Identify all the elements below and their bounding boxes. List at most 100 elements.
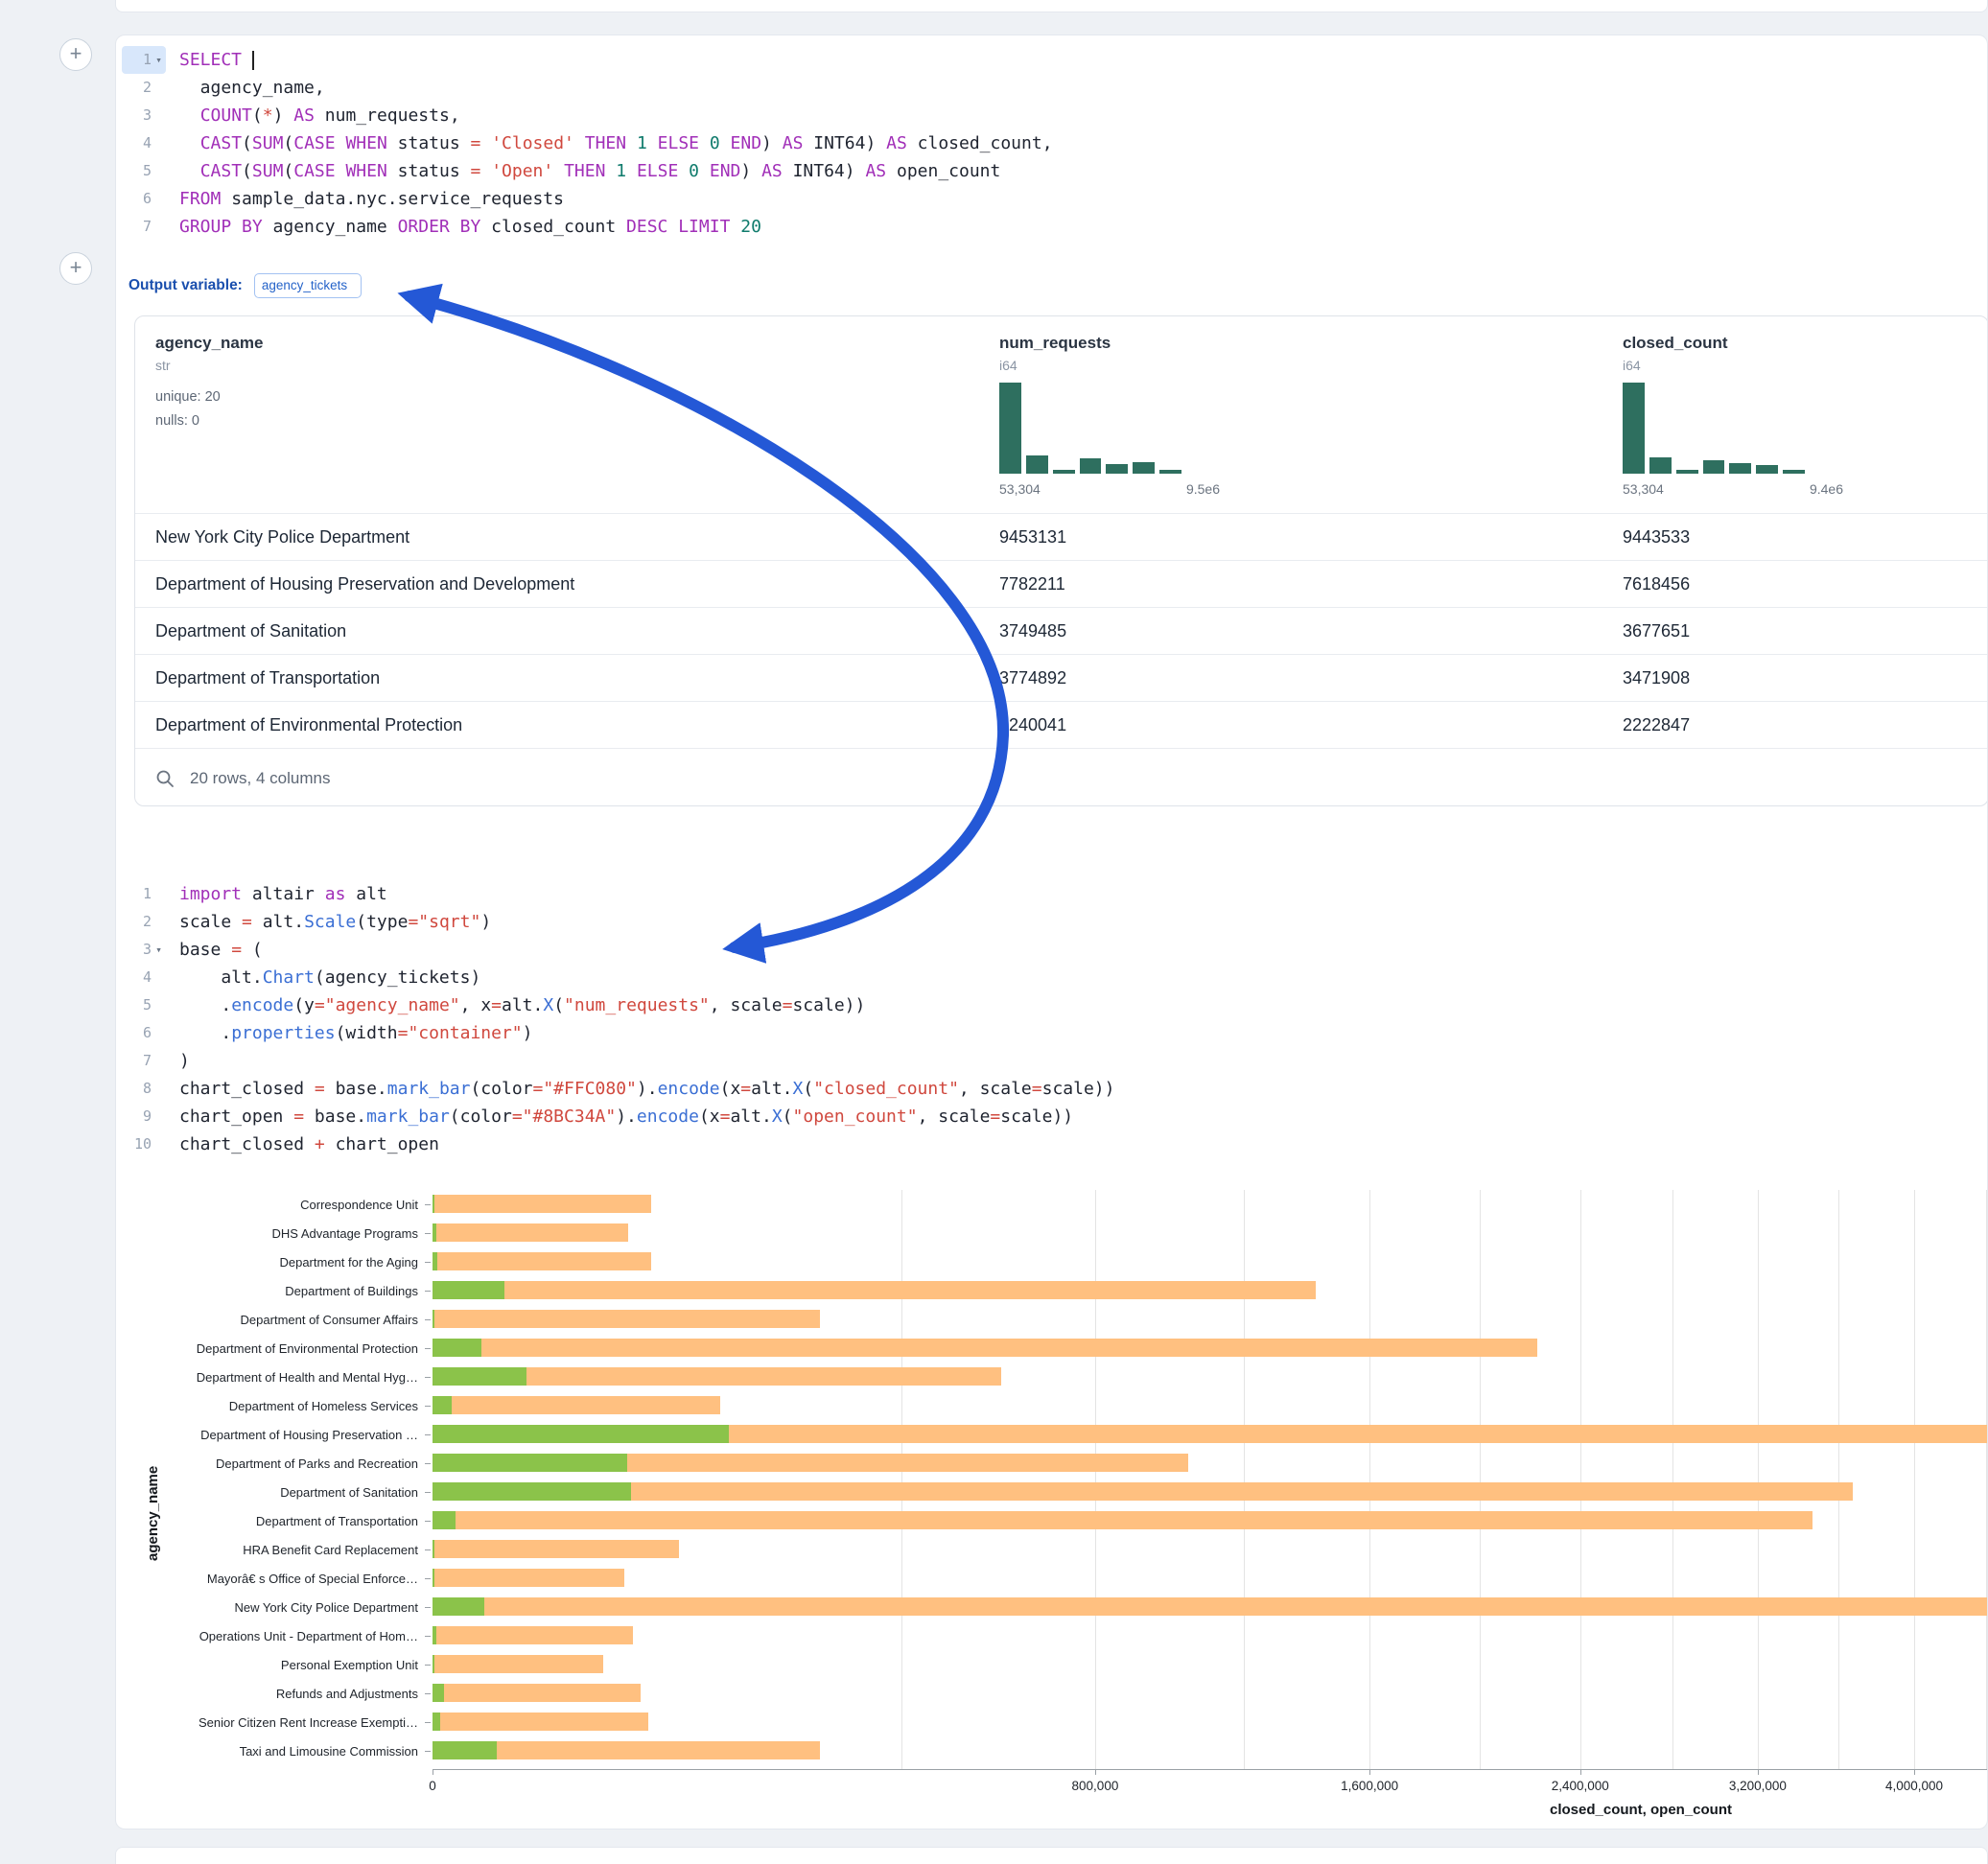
code-text[interactable]: SELECT xyxy=(166,46,254,74)
token: DESC xyxy=(626,217,667,237)
line-number: 5 xyxy=(143,157,152,185)
bar-open xyxy=(433,1454,627,1472)
token: THEN xyxy=(564,161,605,181)
previous-cell-edge xyxy=(115,0,1988,12)
token: THEN xyxy=(585,133,626,153)
token: encode xyxy=(231,995,293,1015)
fold-chevron-icon[interactable]: ▾ xyxy=(152,46,166,74)
token: num_requests, xyxy=(315,105,460,126)
bar-closed xyxy=(433,1339,1537,1357)
code-text[interactable]: .encode(y="agency_name", x=alt.X("num_re… xyxy=(166,991,865,1019)
x-axis-tick xyxy=(1758,1769,1759,1775)
gridline xyxy=(1838,1190,1839,1769)
token: (color xyxy=(470,1079,532,1099)
search-icon[interactable] xyxy=(155,769,175,788)
altair-chart: closed_count, open_count agency_name Cor… xyxy=(116,1182,1988,1829)
bar-closed xyxy=(433,1195,651,1213)
code-text[interactable]: FROM sample_data.nyc.service_requests xyxy=(166,185,564,213)
token: base xyxy=(179,940,231,960)
code-text[interactable]: GROUP BY agency_name ORDER BY closed_cou… xyxy=(166,213,761,241)
table-footer: 20 rows, 4 columns xyxy=(135,748,1988,806)
line-number: 7 xyxy=(143,1047,152,1075)
code-text[interactable]: CAST(SUM(CASE WHEN status = 'Open' THEN … xyxy=(166,157,1000,185)
y-axis-label: HRA Benefit Card Replacement xyxy=(116,1543,418,1557)
bar-closed xyxy=(433,1223,628,1242)
token: INT64) xyxy=(803,133,886,153)
token xyxy=(730,217,740,237)
x-axis-label: 3,200,000 xyxy=(1729,1779,1787,1793)
next-cell-edge xyxy=(115,1847,1988,1864)
add-block-button[interactable]: + xyxy=(59,252,92,285)
code-text[interactable]: alt.Chart(agency_tickets) xyxy=(166,964,480,991)
table-cell: 9443533 xyxy=(1623,514,1690,561)
sql-editor[interactable]: 1▾SELECT 2 agency_name,3 COUNT(*) AS num… xyxy=(116,46,1053,241)
table-cell: 3774892 xyxy=(999,655,1066,702)
bar-open xyxy=(433,1626,436,1644)
code-text[interactable]: agency_name, xyxy=(166,74,325,102)
histogram-bar xyxy=(1133,462,1155,474)
code-text[interactable]: scale = alt.Scale(type="sqrt") xyxy=(166,908,491,936)
token xyxy=(647,133,658,153)
token: GROUP BY xyxy=(179,217,263,237)
table-row[interactable]: New York City Police Department945313194… xyxy=(135,513,1988,560)
code-text[interactable]: chart_open = base.mark_bar(color="#8BC34… xyxy=(166,1103,1073,1130)
token: INT64) xyxy=(783,161,866,181)
code-text[interactable]: chart_closed = base.mark_bar(color="#FFC… xyxy=(166,1075,1114,1103)
python-editor[interactable]: 1import altair as alt2scale = alt.Scale(… xyxy=(116,880,1114,1158)
table-cell: 3677651 xyxy=(1623,608,1690,655)
fold-chevron-icon[interactable]: ▾ xyxy=(152,936,166,964)
histogram-bar xyxy=(1676,470,1698,474)
histogram-max: 9.4e6 xyxy=(1810,481,1843,497)
code-text[interactable]: CAST(SUM(CASE WHEN status = 'Closed' THE… xyxy=(166,129,1053,157)
code-text[interactable]: chart_closed + chart_open xyxy=(166,1130,439,1158)
code-text[interactable]: ) xyxy=(166,1047,190,1075)
table-cell: Department of Sanitation xyxy=(155,608,346,655)
y-axis-label: Mayorâ€ s Office of Special Enforce… xyxy=(116,1572,418,1586)
token: (color xyxy=(450,1107,512,1127)
line-gutter: 7 xyxy=(122,213,166,241)
bar-open xyxy=(433,1339,481,1357)
y-axis-tick xyxy=(425,1319,431,1320)
token xyxy=(553,161,564,181)
token: = xyxy=(315,995,325,1015)
line-gutter: 6 xyxy=(122,1019,166,1047)
code-text[interactable]: .properties(width="container") xyxy=(166,1019,533,1047)
bar-closed xyxy=(433,1713,648,1731)
line-number: 3 xyxy=(143,936,152,964)
token: chart_closed xyxy=(179,1134,315,1154)
table-row[interactable]: Department of Sanitation37494853677651 xyxy=(135,607,1988,654)
y-axis-label: Department of Transportation xyxy=(116,1514,418,1528)
gridline xyxy=(1986,1190,1987,1769)
token: "container" xyxy=(408,1023,522,1043)
x-axis-label: 2,400,000 xyxy=(1552,1779,1609,1793)
code-text[interactable]: import altair as alt xyxy=(166,880,387,908)
code-line: 3▾base = ( xyxy=(116,936,1114,964)
token xyxy=(179,105,200,126)
token: chart_open xyxy=(179,1107,293,1127)
table-row[interactable]: Department of Transportation377489234719… xyxy=(135,654,1988,701)
token: scale)) xyxy=(792,995,865,1015)
token: 1 xyxy=(637,133,647,153)
code-text[interactable]: base = ( xyxy=(166,936,263,964)
token: CASE xyxy=(293,133,335,153)
token: ( xyxy=(252,105,263,126)
line-number: 6 xyxy=(143,185,152,213)
token: "open_count" xyxy=(793,1107,918,1127)
token: alt. xyxy=(252,912,304,932)
code-text[interactable]: COUNT(*) AS num_requests, xyxy=(166,102,460,129)
token: SUM xyxy=(252,133,284,153)
add-block-button[interactable]: + xyxy=(59,38,92,71)
token: mark_bar xyxy=(366,1107,450,1127)
output-variable-chip[interactable]: agency_tickets xyxy=(254,273,362,298)
table-row[interactable]: Department of Housing Preservation and D… xyxy=(135,560,1988,607)
table-cell: New York City Police Department xyxy=(155,514,409,561)
line-gutter: 9 xyxy=(122,1103,166,1130)
token: (y xyxy=(293,995,315,1015)
y-axis-label: Department of Consumer Affairs xyxy=(116,1313,418,1327)
bar-open xyxy=(433,1684,444,1702)
line-gutter: 10 xyxy=(122,1130,166,1158)
line-gutter: 3▾ xyxy=(122,936,166,964)
token: encode xyxy=(637,1107,699,1127)
y-axis-tick xyxy=(425,1434,431,1435)
table-row[interactable]: Department of Environmental Protection22… xyxy=(135,701,1988,748)
